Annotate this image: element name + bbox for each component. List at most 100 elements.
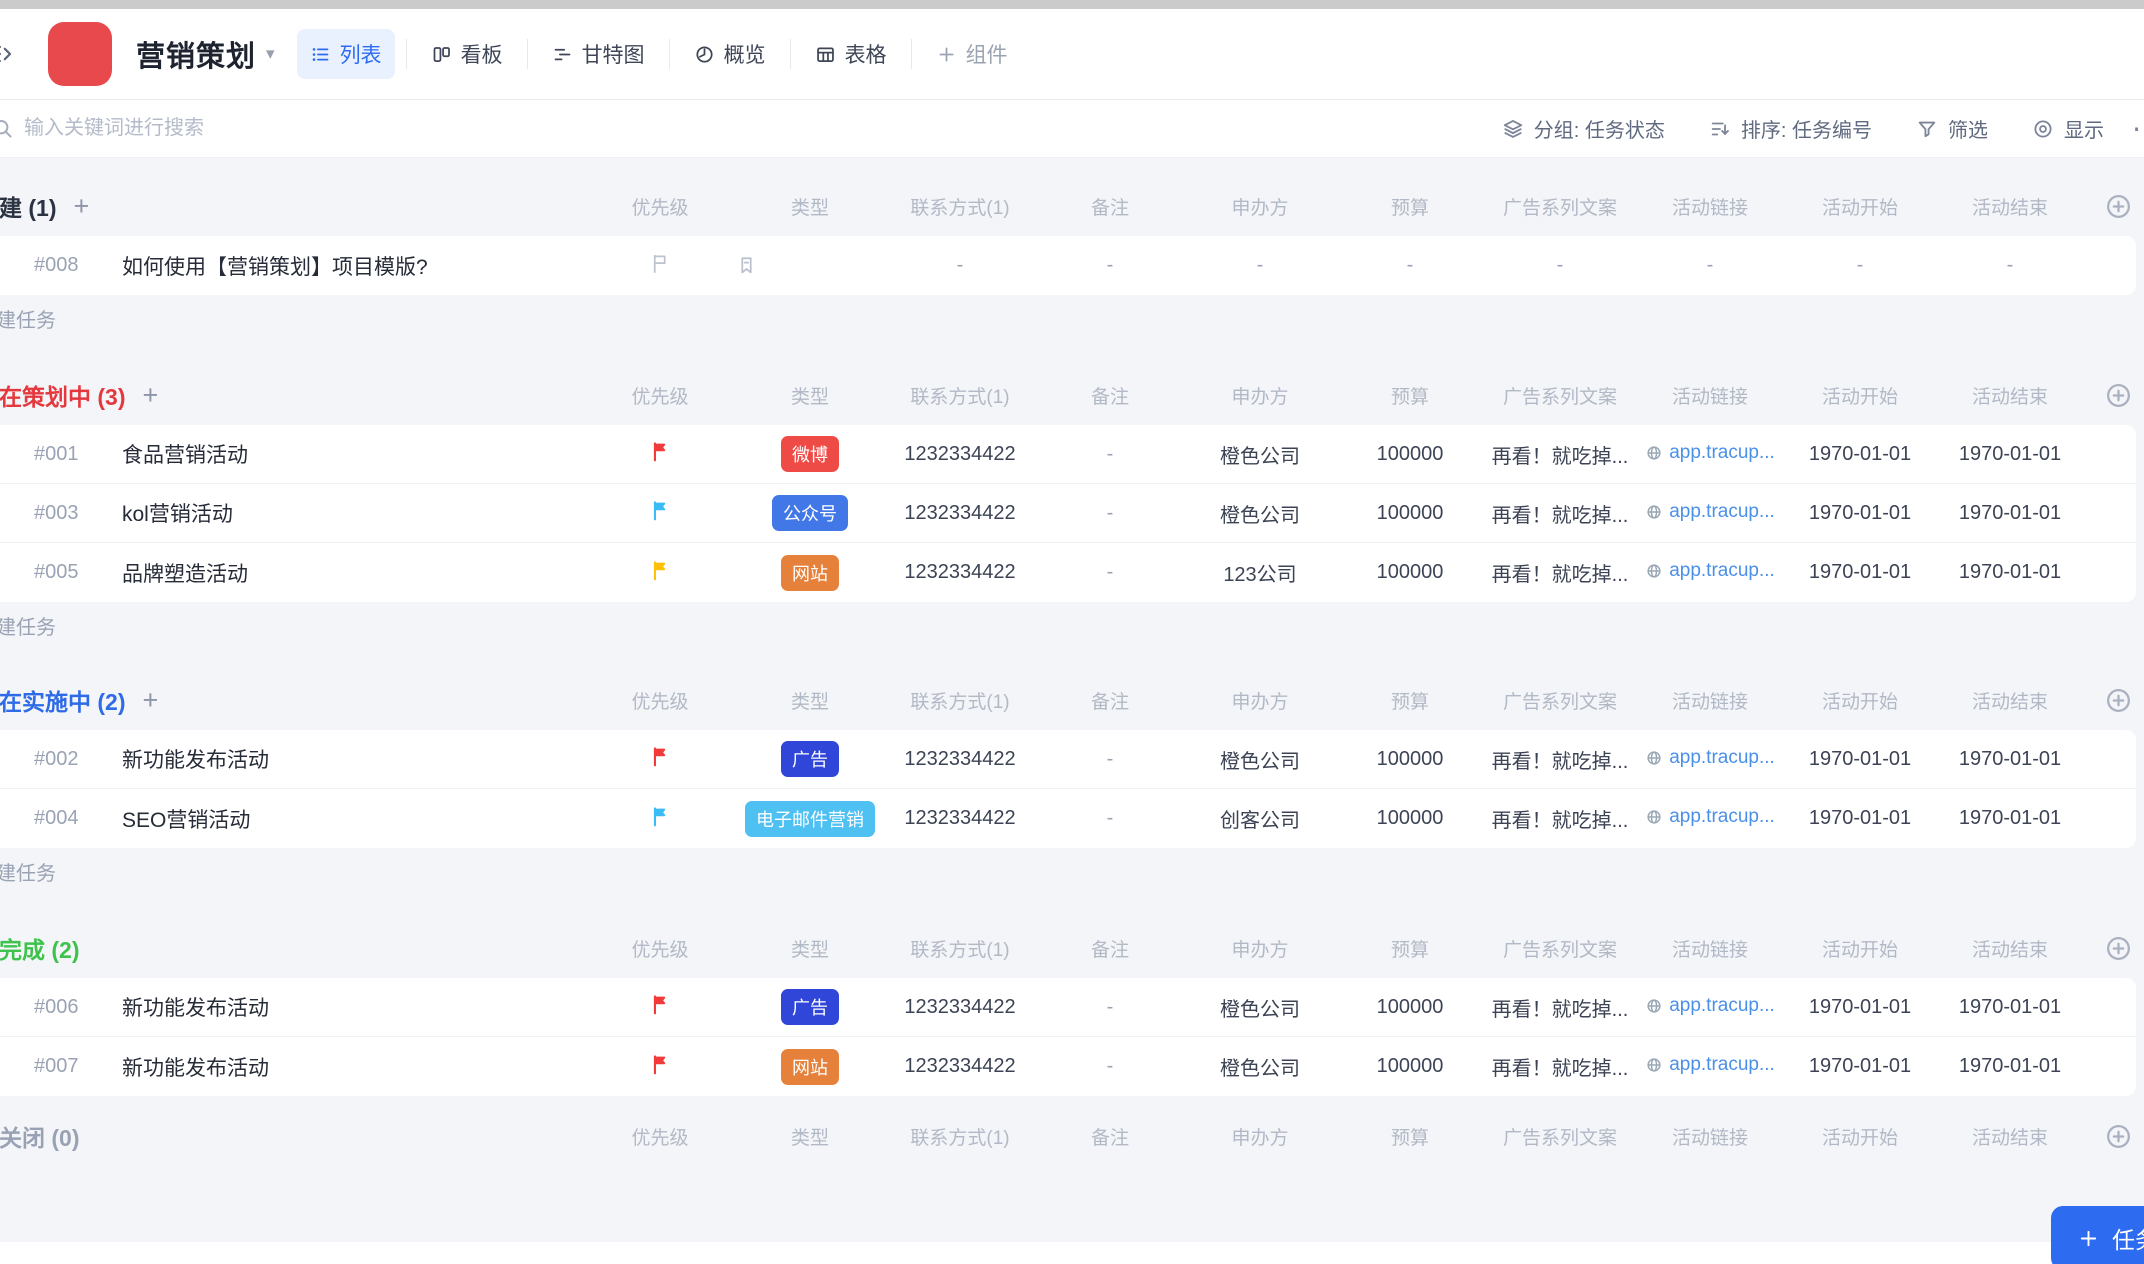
column-header-5: 预算 bbox=[1390, 691, 1429, 713]
priority-flag-icon[interactable] bbox=[649, 805, 672, 828]
link-cell: - bbox=[1706, 254, 1714, 276]
column-header-4: 申办方 bbox=[1231, 386, 1289, 408]
priority-flag-icon[interactable] bbox=[649, 252, 672, 275]
task-row[interactable]: #004 SEO营销活动 电子邮件营销 1232334422 - 创客公司 100000 再看… bbox=[0, 789, 2136, 848]
sponsor-cell: 创客公司 bbox=[1220, 810, 1300, 832]
sidebar-expand-icon[interactable] bbox=[0, 41, 14, 67]
display-control[interactable]: 显示 bbox=[2032, 114, 2104, 143]
cell-contact-cell: 1232334422 bbox=[885, 1055, 1035, 1078]
task-link[interactable]: app.tracup... bbox=[1645, 806, 1775, 828]
new-task-link[interactable]: 新建任务 bbox=[0, 602, 2144, 648]
note-cell: - bbox=[1106, 747, 1114, 770]
add-column-cell bbox=[2085, 1123, 2144, 1150]
start-date-cell: 1970-01-01 bbox=[1808, 501, 1912, 524]
task-link[interactable]: app.tracup... bbox=[1645, 560, 1775, 582]
task-group: 正在策划中 (3) + 优先级 类型 联系方式(1) 备注 申办方 预算 广告系列文案 活动链接 活… bbox=[0, 365, 2144, 648]
new-task-button[interactable]: 任务 bbox=[2051, 1206, 2144, 1264]
group-add-task-icon[interactable]: + bbox=[143, 381, 159, 409]
column-header-6: 广告系列文案 bbox=[1502, 1127, 1617, 1149]
link-favicon-icon bbox=[1645, 444, 1663, 462]
group-title[interactable]: 新建 (1) bbox=[0, 189, 57, 223]
add-column-icon[interactable] bbox=[2105, 687, 2132, 714]
budget-cell: 100000 bbox=[1376, 1055, 1444, 1077]
task-link[interactable]: app.tracup... bbox=[1645, 501, 1775, 523]
group-title[interactable]: 已关闭 (0) bbox=[0, 1119, 80, 1153]
add-column-icon[interactable] bbox=[2105, 193, 2132, 220]
tab-overview[interactable]: 概览 bbox=[681, 29, 779, 79]
ad-copy-cell: 再看！就吃掉... bbox=[1491, 1058, 1629, 1080]
task-row[interactable]: #005 品牌塑造活动 网站 1232334422 - 123公司 100000 再看！就吃掉… bbox=[0, 543, 2136, 602]
cell-priority bbox=[585, 805, 735, 833]
tab-table[interactable]: 表格 bbox=[802, 29, 900, 79]
tab-plus[interactable]: 组件 bbox=[923, 29, 1021, 79]
priority-flag-icon[interactable] bbox=[649, 440, 672, 463]
note-cell: - bbox=[1106, 254, 1114, 276]
task-link[interactable]: app.tracup... bbox=[1645, 995, 1775, 1017]
task-row[interactable]: #008 如何使用【营销策划】项目模版? - - - - - - - - bbox=[0, 236, 2136, 295]
task-row[interactable]: #003 kol营销活动 公众号 1232334422 - 橙色公司 100000 再看！就吃… bbox=[0, 484, 2136, 543]
search-input[interactable] bbox=[24, 117, 444, 140]
priority-flag-icon[interactable] bbox=[649, 1053, 672, 1076]
task-row[interactable]: #002 新功能发布活动 广告 1232334422 - 橙色公司 100000 再看！就吃掉… bbox=[0, 730, 2136, 789]
new-task-link[interactable]: 新建任务 bbox=[0, 848, 2144, 894]
tab-kanban[interactable]: 看板 bbox=[418, 29, 516, 79]
group-title[interactable]: 正在策划中 (3) bbox=[0, 378, 126, 412]
search-icon bbox=[0, 117, 15, 141]
tab-list[interactable]: 列表 bbox=[296, 29, 395, 79]
cell-budget-cell: 100000 bbox=[1335, 807, 1485, 830]
group-by-control[interactable]: 分组: 任务状态 bbox=[1502, 114, 1665, 143]
tab-overview-icon bbox=[694, 44, 715, 65]
task-link[interactable]: app.tracup... bbox=[1645, 747, 1775, 769]
view-tabs: 列表 看板 甘特图 概览 表格 组件 bbox=[296, 29, 1021, 79]
group-name: 已完成 bbox=[0, 937, 45, 963]
add-column-icon[interactable] bbox=[2105, 382, 2132, 409]
cell-budget-cell: 100000 bbox=[1335, 561, 1485, 584]
new-task-link[interactable]: 新建任务 bbox=[0, 295, 2144, 341]
project-switcher[interactable]: 营销策划 ▾ bbox=[136, 33, 275, 75]
priority-flag-icon[interactable] bbox=[649, 745, 672, 768]
cell-start-date-cell: 1970-01-01 bbox=[1785, 807, 1935, 830]
task-row[interactable]: #006 新功能发布活动 广告 1232334422 - 橙色公司 100000 再看！就吃掉… bbox=[0, 978, 2136, 1037]
add-column-icon[interactable] bbox=[2105, 1123, 2132, 1150]
cell-contact-cell: 1232334422 bbox=[885, 996, 1035, 1019]
group-add-task-icon[interactable]: + bbox=[143, 686, 159, 714]
priority-flag-icon[interactable] bbox=[649, 993, 672, 1016]
task-row[interactable]: #001 食品营销活动 微博 1232334422 - 橙色公司 100000 再看！就吃掉.… bbox=[0, 425, 2136, 484]
priority-flag-icon[interactable] bbox=[649, 559, 672, 582]
task-row[interactable]: #007 新功能发布活动 网站 1232334422 - 橙色公司 100000 再看！就吃掉… bbox=[0, 1037, 2136, 1096]
cell-end-date-cell: 1970-01-01 bbox=[1935, 561, 2085, 584]
group-header-row: 正在实施中 (2) + 优先级 类型 联系方式(1) 备注 申办方 预算 广告系列文案 活动链接 活… bbox=[0, 670, 2144, 730]
task-link[interactable]: app.tracup... bbox=[1645, 442, 1775, 464]
add-column-icon[interactable] bbox=[2105, 935, 2132, 962]
column-header-7: 活动链接 bbox=[1671, 197, 1748, 219]
column-header-2: 联系方式(1) bbox=[910, 939, 1010, 961]
group-add-task-icon[interactable]: + bbox=[74, 192, 90, 220]
priority-flag-icon[interactable] bbox=[649, 499, 672, 522]
column-header-3: 备注 bbox=[1090, 939, 1129, 961]
group-count: (0) bbox=[51, 1125, 80, 1151]
sort-by-control[interactable]: 排序: 任务编号 bbox=[1709, 114, 1872, 143]
cell-priority bbox=[585, 252, 735, 280]
cell-ad-copy-cell: 再看！就吃掉... bbox=[1485, 440, 1635, 469]
tab-label: 表格 bbox=[844, 44, 887, 67]
sponsor-cell: - bbox=[1256, 254, 1264, 276]
cell-start-date-cell: 1970-01-01 bbox=[1785, 1055, 1935, 1078]
group-title[interactable]: 已完成 (2) bbox=[0, 931, 80, 965]
task-link[interactable]: app.tracup... bbox=[1645, 1054, 1775, 1076]
add-column-cell bbox=[2085, 193, 2144, 220]
cell-type bbox=[735, 254, 885, 277]
cell-link: app.tracup... bbox=[1635, 1054, 1785, 1079]
more-options-icon[interactable]: ⋯ bbox=[2132, 112, 2144, 145]
group-header-row: 已关闭 (0) 优先级 类型 联系方式(1) 备注 申办方 预算 广告系列文案 活动链接 活动开始… bbox=[0, 1106, 2144, 1166]
group-title[interactable]: 正在实施中 (2) bbox=[0, 683, 126, 717]
task-id: #007 bbox=[34, 1055, 79, 1077]
filter-control[interactable]: 筛选 bbox=[1916, 114, 1988, 143]
tab-gantt[interactable]: 甘特图 bbox=[539, 29, 658, 79]
group-header-row: 已完成 (2) 优先级 类型 联系方式(1) 备注 申办方 预算 广告系列文案 活动链接 活动开始… bbox=[0, 918, 2144, 978]
column-header-4: 申办方 bbox=[1231, 197, 1289, 219]
filter-toolbar: 分组: 任务状态 排序: 任务编号 筛选 显示 ⋯ bbox=[0, 100, 2144, 158]
project-icon[interactable] bbox=[48, 22, 112, 86]
end-date-cell: 1970-01-01 bbox=[1958, 807, 2062, 829]
column-header-7: 活动链接 bbox=[1671, 1127, 1748, 1149]
column-header-1: 类型 bbox=[790, 197, 829, 219]
